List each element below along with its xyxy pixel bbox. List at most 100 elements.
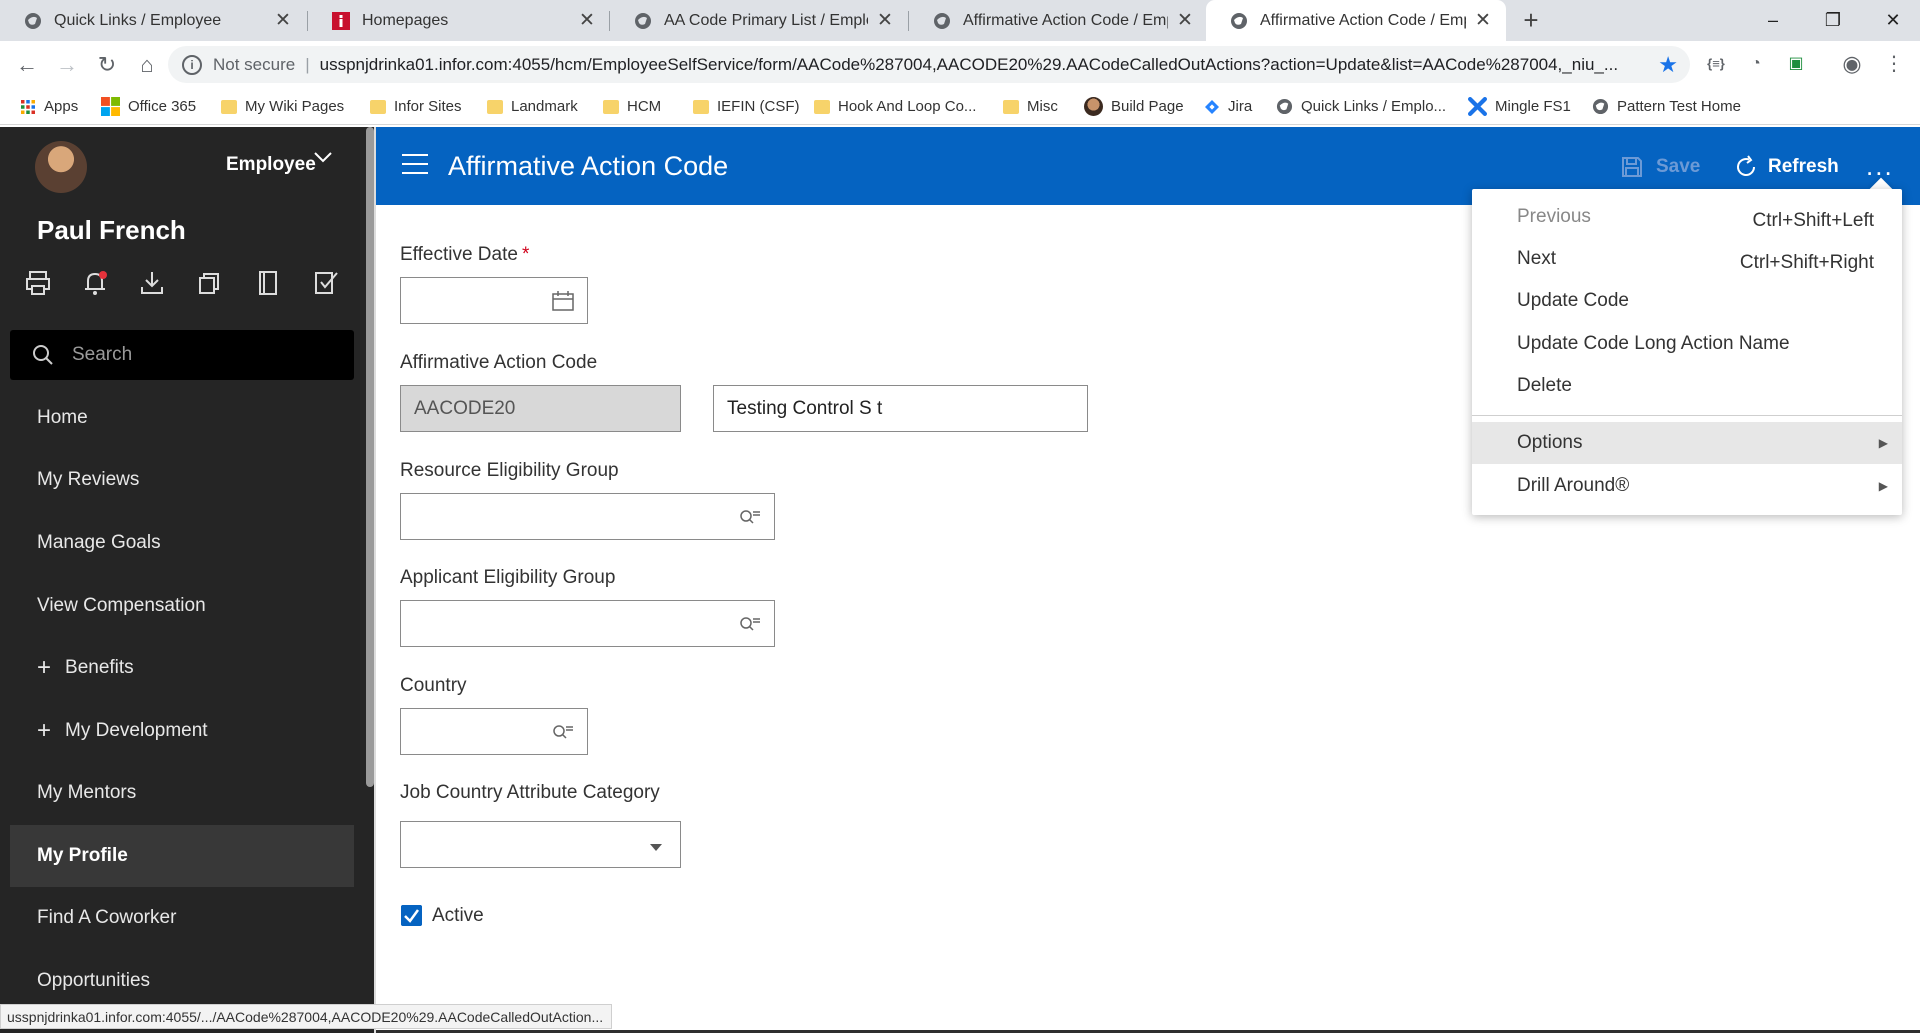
avatar[interactable] [35,141,87,193]
close-tab-icon[interactable]: ✕ [1176,9,1194,32]
menu-item-update-code[interactable]: Update Code [1472,280,1902,322]
address-bar[interactable]: i Not secure | usspnjdrinka01.infor.com:… [168,46,1690,83]
active-checkbox[interactable] [401,905,422,926]
bookmark-apps[interactable]: Apps [20,88,78,125]
close-window-button[interactable]: ✕ [1875,4,1911,36]
page-title: Affirmative Action Code [448,151,729,181]
bookmark-folder[interactable]: Landmark [487,88,578,125]
menu-item-next[interactable]: Next Ctrl+Shift+Right [1472,238,1902,280]
bookmark-folder[interactable]: HCM [603,88,661,125]
back-arrow-icon[interactable]: ← [11,49,43,81]
url-text[interactable]: usspnjdrinka01.infor.com:4055/hcm/Employ… [320,55,1659,75]
close-tab-icon[interactable]: ✕ [1474,9,1492,32]
bookmark-mingle[interactable]: Mingle FS1 [1468,88,1571,125]
infor-icon [332,11,350,30]
bookmark-label: HCM [627,98,662,115]
extension-printer-icon[interactable]: ▣ [1782,50,1810,78]
bookmark-folder[interactable]: Infor Sites [370,88,462,125]
new-tab-button[interactable]: + [1517,6,1545,34]
maximize-window-button[interactable]: ❐ [1815,4,1851,36]
download-icon[interactable] [138,269,166,297]
close-tab-icon[interactable]: ✕ [876,9,894,32]
aa-code-value: AACODE20 [414,397,516,419]
notification-bell-icon[interactable] [81,269,109,297]
expand-plus-icon[interactable]: + [37,654,51,682]
browser-tab[interactable]: Homepages ✕ [308,0,610,41]
bookmark-quick-links[interactable]: Quick Links / Emplo... [1276,88,1446,125]
save-button[interactable]: Save [1620,155,1700,179]
sidebar-item-my-development[interactable]: + My Development [10,700,354,762]
browser-tab-active[interactable]: Affirmative Action Code / Employ ✕ [1206,0,1506,41]
bookmark-folder[interactable]: My Wiki Pages [221,88,344,125]
country-field[interactable] [400,708,588,755]
sidebar-item-find-a-coworker[interactable]: Find A Coworker [10,887,354,949]
menu-item-drill-around[interactable]: Drill Around® ▶ [1472,465,1902,507]
effective-date-field[interactable] [400,277,588,324]
forward-arrow-icon[interactable]: → [51,49,83,81]
menu-item-delete[interactable]: Delete [1472,365,1902,407]
sidebar-item-opportunities[interactable]: Opportunities [10,950,354,1012]
bookmark-office-365[interactable]: Office 365 [101,88,196,125]
lookup-search-icon[interactable] [738,613,762,635]
browser-menu-icon[interactable]: ⋮ [1880,50,1908,78]
applicant-eligibility-group-field[interactable] [400,600,775,647]
extension-sync-icon[interactable]: ◔ [1742,50,1770,78]
active-label: Active [432,905,484,926]
hamburger-menu-icon[interactable] [402,154,428,178]
profile-icon[interactable]: ◉ [1838,50,1866,78]
extension-brackets-icon[interactable]: {≡} [1702,50,1730,78]
sidebar-item-benefits[interactable]: + Benefits [10,637,354,699]
menu-item-options[interactable]: Options ▶ [1472,422,1902,464]
calendar-icon[interactable] [551,290,575,312]
sidebar-item-label: Home [37,407,88,428]
bookmark-folder[interactable]: IEFIN (CSF) [693,88,800,125]
sidebar-item-home[interactable]: Home [10,387,354,449]
required-asterisk: * [521,244,530,265]
lookup-search-icon[interactable] [551,721,575,743]
menu-item-label: Previous [1517,206,1591,227]
browser-tab[interactable]: Quick Links / Employee ✕ [0,0,306,41]
bookmark-pattern-test[interactable]: Pattern Test Home [1592,88,1741,125]
browser-tab[interactable]: AA Code Primary List / Employee ✕ [610,0,908,41]
lookup-search-icon[interactable] [738,506,762,528]
country-label: Country [400,675,467,696]
menu-item-update-code-long-action-name[interactable]: Update Code Long Action Name [1472,323,1902,365]
bookmark-folder[interactable]: Hook And Loop Co... [814,88,976,125]
document-icon[interactable] [254,269,282,297]
menu-item-label: Update Code [1517,290,1629,311]
job-country-attribute-category-select[interactable] [400,821,681,868]
bookmark-folder[interactable]: Misc [1003,88,1058,125]
role-switcher[interactable]: Employee [226,154,316,176]
sidebar-item-my-mentors[interactable]: My Mentors [10,762,354,824]
task-check-icon[interactable] [312,269,340,297]
refresh-button[interactable]: Refresh [1734,155,1839,179]
expand-plus-icon[interactable]: + [37,717,51,745]
reload-icon[interactable]: ↻ [91,49,123,81]
bookmark-star-icon[interactable]: ★ [1658,52,1678,78]
info-icon[interactable]: i [182,54,202,75]
copy-icon[interactable] [196,269,224,297]
sidebar-search-input[interactable]: Search [10,330,354,380]
close-tab-icon[interactable]: ✕ [578,9,596,32]
sidebar-item-manage-goals[interactable]: Manage Goals [10,512,354,574]
chevron-down-icon[interactable] [314,151,332,163]
printer-icon[interactable] [24,269,52,297]
save-label: Save [1656,156,1701,177]
aa-code-description-field[interactable]: Testing Control S t [713,385,1088,432]
bookmark-jira[interactable]: Jira [1204,88,1252,125]
home-icon[interactable]: ⌂ [131,49,163,81]
bookmark-build-page[interactable]: Build Page [1084,88,1184,125]
aa-code-field: AACODE20 [400,385,681,432]
sidebar-scrollbar[interactable] [366,127,374,787]
browser-tab[interactable]: Affirmative Action Code / Employ ✕ [909,0,1208,41]
close-tab-icon[interactable]: ✕ [274,9,292,32]
minimize-window-button[interactable]: – [1755,4,1791,36]
sidebar-item-view-compensation[interactable]: View Compensation [10,575,354,637]
aa-code-description-value: Testing Control S t [727,397,883,419]
resource-eligibility-group-field[interactable] [400,493,775,540]
sidebar-item-label: Manage Goals [37,532,161,553]
menu-item-previous[interactable]: Previous Ctrl+Shift+Left [1472,196,1902,238]
sidebar-item-my-profile[interactable]: My Profile [10,825,354,887]
sidebar-item-my-reviews[interactable]: My Reviews [10,449,354,511]
sidebar-item-label: My Development [65,720,208,741]
